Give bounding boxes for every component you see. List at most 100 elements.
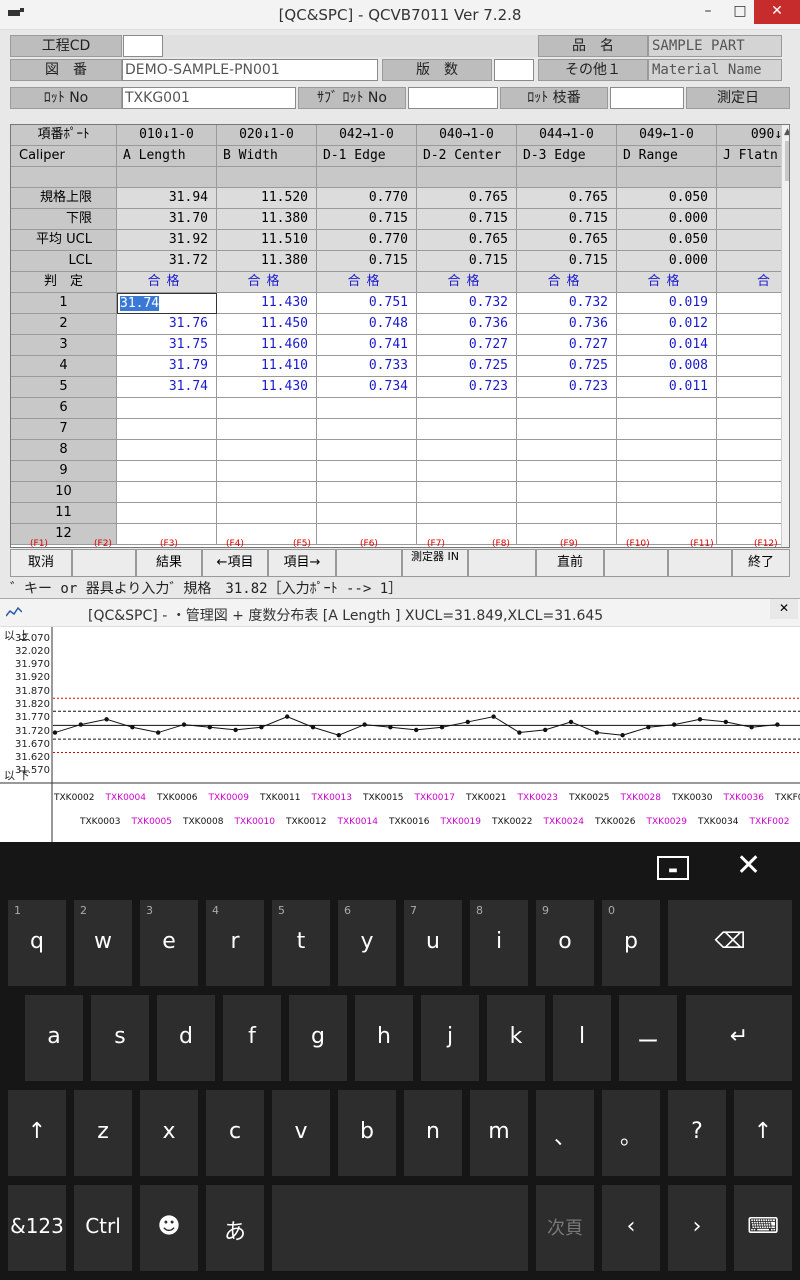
data-cell[interactable]: [317, 419, 417, 440]
data-cell[interactable]: [617, 398, 717, 419]
maximize-button[interactable]: □: [726, 0, 754, 24]
data-cell[interactable]: 0.0: [717, 377, 789, 398]
column-port-header[interactable]: 020↓1-0: [217, 125, 317, 146]
data-cell[interactable]: 0.0: [717, 293, 789, 314]
data-cell[interactable]: [617, 482, 717, 503]
data-cell[interactable]: [517, 503, 617, 524]
data-cell[interactable]: [117, 440, 217, 461]
data-cell[interactable]: [417, 482, 517, 503]
data-cell[interactable]: [217, 482, 317, 503]
data-cell[interactable]: 11.430: [217, 377, 317, 398]
data-cell[interactable]: 31.76: [117, 314, 217, 335]
prev-button[interactable]: 直前: [536, 549, 604, 577]
f6-button[interactable]: [336, 549, 402, 577]
key-1[interactable]: s: [91, 995, 149, 1081]
column-name-header[interactable]: D-2 Center: [417, 146, 517, 167]
data-cell[interactable]: 0.733: [317, 356, 417, 377]
data-cell[interactable]: 0.732: [517, 293, 617, 314]
data-cell[interactable]: [117, 482, 217, 503]
column-name-header[interactable]: B Width: [217, 146, 317, 167]
edaban-field[interactable]: [610, 87, 684, 109]
data-cell[interactable]: [317, 440, 417, 461]
kana-key[interactable]: あ: [206, 1185, 264, 1271]
key-r3-9[interactable]: ?: [668, 1090, 726, 1176]
data-cell[interactable]: [517, 440, 617, 461]
data-cell[interactable]: 0.741: [317, 335, 417, 356]
data-cell[interactable]: 0.736: [417, 314, 517, 335]
key-r[interactable]: 4r: [206, 900, 264, 986]
key-7[interactable]: k: [487, 995, 545, 1081]
key-9[interactable]: ー: [619, 995, 677, 1081]
data-cell[interactable]: [717, 461, 789, 482]
data-cell[interactable]: 31.74: [117, 293, 217, 314]
data-cell[interactable]: 0.0: [717, 335, 789, 356]
f8-button[interactable]: [468, 549, 536, 577]
data-cell[interactable]: [717, 482, 789, 503]
left-arrow-key[interactable]: ‹: [602, 1185, 660, 1271]
data-cell[interactable]: 0.736: [517, 314, 617, 335]
data-cell[interactable]: [417, 461, 517, 482]
data-cell[interactable]: [617, 461, 717, 482]
key-p[interactable]: 0p: [602, 900, 660, 986]
data-cell[interactable]: [317, 503, 417, 524]
column-name-header[interactable]: D-3 Edge: [517, 146, 617, 167]
data-cell[interactable]: 0.008: [617, 356, 717, 377]
emoji-key[interactable]: ☻: [140, 1185, 198, 1271]
data-cell[interactable]: 11.430: [217, 293, 317, 314]
data-cell[interactable]: 0.734: [317, 377, 417, 398]
column-port-header[interactable]: 044→1-0: [517, 125, 617, 146]
data-cell[interactable]: 0.014: [617, 335, 717, 356]
key-y[interactable]: 6y: [338, 900, 396, 986]
data-cell[interactable]: 0.748: [317, 314, 417, 335]
data-cell[interactable]: [117, 461, 217, 482]
key-4[interactable]: g: [289, 995, 347, 1081]
data-cell[interactable]: [417, 440, 517, 461]
grid-scrollbar[interactable]: ▲: [781, 125, 789, 547]
key-i[interactable]: 8i: [470, 900, 528, 986]
data-cell[interactable]: 11.410: [217, 356, 317, 377]
key-r3-1[interactable]: x: [140, 1090, 198, 1176]
data-cell[interactable]: 0.723: [417, 377, 517, 398]
data-cell[interactable]: 0.011: [617, 377, 717, 398]
data-cell[interactable]: 0.012: [617, 314, 717, 335]
key-r3-4[interactable]: b: [338, 1090, 396, 1176]
key-3[interactable]: f: [223, 995, 281, 1081]
key-r3-8[interactable]: 。: [602, 1090, 660, 1176]
result-button[interactable]: 結果: [136, 549, 202, 577]
data-cell[interactable]: [317, 482, 417, 503]
f2-button[interactable]: [72, 549, 136, 577]
data-cell[interactable]: [217, 461, 317, 482]
column-name-header[interactable]: D Range: [617, 146, 717, 167]
minimize-button[interactable]: –: [690, 0, 726, 24]
cancel-button[interactable]: 取消: [10, 549, 72, 577]
right-arrow-key[interactable]: ›: [668, 1185, 726, 1271]
column-name-header[interactable]: J Flatn: [717, 146, 789, 167]
data-cell[interactable]: [117, 503, 217, 524]
scroll-up-icon[interactable]: ▲: [784, 127, 789, 137]
data-cell[interactable]: [617, 440, 717, 461]
next-item-button[interactable]: 項目→: [268, 549, 336, 577]
f10-button[interactable]: [604, 549, 668, 577]
key-r3-0[interactable]: z: [74, 1090, 132, 1176]
column-port-header[interactable]: 042→1-0: [317, 125, 417, 146]
data-cell[interactable]: 0.727: [417, 335, 517, 356]
data-cell[interactable]: [317, 398, 417, 419]
data-cell[interactable]: 0.0: [717, 356, 789, 377]
data-cell[interactable]: 31.74: [117, 377, 217, 398]
key-0[interactable]: a: [25, 995, 83, 1081]
shift-key-right[interactable]: ↑: [734, 1090, 792, 1176]
space-key[interactable]: [272, 1185, 528, 1271]
key-6[interactable]: j: [421, 995, 479, 1081]
key-w[interactable]: 2w: [74, 900, 132, 986]
backspace-key[interactable]: ⌫: [668, 900, 792, 986]
data-cell[interactable]: [117, 419, 217, 440]
data-cell[interactable]: 0.725: [417, 356, 517, 377]
data-cell[interactable]: 0.727: [517, 335, 617, 356]
keyboard-dock-icon[interactable]: ▬: [657, 856, 689, 880]
data-cell[interactable]: [617, 419, 717, 440]
key-r3-2[interactable]: c: [206, 1090, 264, 1176]
sublot-field[interactable]: [408, 87, 498, 109]
data-cell[interactable]: 11.460: [217, 335, 317, 356]
data-cell[interactable]: 0.0: [717, 314, 789, 335]
meter-in-button[interactable]: 測定器 IN: [402, 549, 468, 577]
